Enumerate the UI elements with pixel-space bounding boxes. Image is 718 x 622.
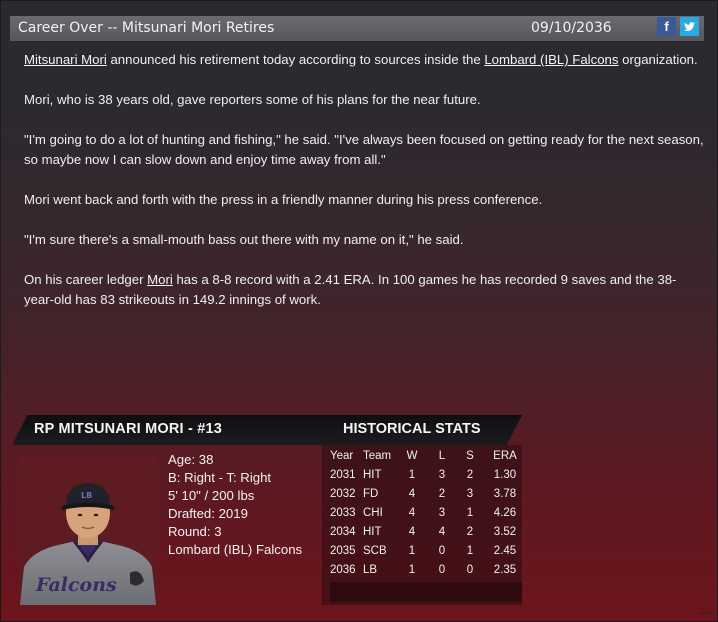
- stat-era: 1.30: [493, 468, 517, 481]
- stat-year: 2031: [330, 468, 356, 481]
- player-portrait-image: LB Falcons: [20, 483, 156, 605]
- stat-losses: 3: [438, 506, 446, 519]
- article-title: Career Over -- Mitsunari Mori Retires: [18, 20, 275, 36]
- stats-header-row: Year Team W L S ERA: [330, 447, 526, 465]
- stat-team: LB: [363, 563, 378, 576]
- article-paragraph-4: Mori went back and forth with the press …: [24, 192, 543, 207]
- table-row: 2034 HIT 4 4 2 3.52: [330, 522, 526, 541]
- historical-stats-footer: [330, 582, 522, 602]
- column-header-saves: S: [466, 450, 474, 462]
- player-link-2[interactable]: Mori: [147, 272, 173, 287]
- bio-round: Round: 3: [168, 524, 222, 539]
- facebook-share-button[interactable]: f: [657, 17, 676, 36]
- stat-team: HIT: [363, 468, 382, 481]
- article-date: 09/10/2036: [531, 20, 612, 36]
- article-header-bar: Career Over -- Mitsunari Mori Retires 09…: [10, 16, 704, 42]
- stat-era: 2.45: [493, 544, 517, 557]
- player-portrait[interactable]: LB Falcons: [18, 455, 158, 605]
- player-link[interactable]: Mitsunari Mori: [24, 52, 107, 67]
- player-card-name[interactable]: RP MITSUNARI MORI - #13: [34, 421, 222, 437]
- stat-saves: 0: [466, 563, 474, 576]
- stat-year: 2034: [330, 525, 356, 538]
- stat-era: 3.52: [493, 525, 517, 538]
- stat-saves: 3: [466, 487, 474, 500]
- stat-wins: 1: [408, 544, 416, 557]
- stat-team: SCB: [363, 544, 387, 557]
- twitter-share-button[interactable]: [680, 17, 699, 36]
- twitter-bird-icon: [684, 22, 695, 31]
- bio-bats-throws: B: Right - T: Right: [168, 470, 272, 485]
- stat-era: 3.78: [493, 487, 517, 500]
- stat-saves: 1: [466, 506, 474, 519]
- stat-team: HIT: [363, 525, 382, 538]
- table-row: 2031 HIT 1 3 2 1.30: [330, 465, 526, 484]
- stat-losses: 3: [438, 468, 446, 481]
- column-header-team: Team: [363, 450, 392, 462]
- team-link[interactable]: Lombard (IBL) Falcons: [484, 52, 618, 67]
- stat-saves: 2: [466, 468, 474, 481]
- article-paragraph-1: Mitsunari Mori announced his retirement …: [24, 52, 698, 67]
- table-row: 2032 FD 4 2 3 3.78: [330, 484, 526, 503]
- window-resize-grip[interactable]: [700, 612, 714, 620]
- bio-height-weight: 5' 10" / 200 lbs: [168, 488, 255, 503]
- stat-wins: 4: [408, 506, 416, 519]
- column-header-wins: W: [406, 450, 418, 462]
- column-header-year: Year: [330, 450, 354, 462]
- stat-losses: 4: [438, 525, 446, 538]
- stat-wins: 4: [408, 487, 416, 500]
- stat-era: 4.26: [493, 506, 517, 519]
- stat-year: 2033: [330, 506, 356, 519]
- player-bio: Age: 38 B: Right - T: Right 5' 10" / 200…: [168, 451, 302, 559]
- jersey-lettering: Falcons: [35, 574, 117, 596]
- column-header-losses: L: [438, 450, 446, 462]
- article-body: Mitsunari Mori announced his retirement …: [24, 50, 704, 330]
- bio-drafted: Drafted: 2019: [168, 506, 248, 521]
- stat-team: FD: [363, 487, 379, 500]
- stat-wins: 1: [408, 563, 416, 576]
- stat-era: 2.35: [493, 563, 517, 576]
- stat-saves: 2: [466, 525, 474, 538]
- column-header-era: ERA: [493, 450, 517, 462]
- bio-age: Age: 38: [168, 452, 214, 467]
- bio-team[interactable]: Lombard (IBL) Falcons: [168, 541, 302, 559]
- stat-losses: 2: [438, 487, 446, 500]
- article-paragraph-6: On his career ledger Mori has a 8-8 reco…: [24, 272, 677, 307]
- stat-losses: 0: [438, 563, 446, 576]
- facebook-icon: f: [664, 19, 669, 34]
- table-row: 2033 CHI 4 3 1 4.26: [330, 503, 526, 522]
- stat-wins: 1: [408, 468, 416, 481]
- historical-stats-heading: HISTORICAL STATS: [343, 421, 481, 437]
- stat-saves: 1: [466, 544, 474, 557]
- table-row: 2035 SCB 1 0 1 2.45: [330, 541, 526, 560]
- stat-year: 2036: [330, 563, 356, 576]
- article-paragraph-2: Mori, who is 38 years old, gave reporter…: [24, 92, 481, 107]
- article-paragraph-5: "I'm sure there's a small-mouth bass out…: [24, 232, 464, 247]
- stat-wins: 4: [408, 525, 416, 538]
- table-row: 2036 LB 1 0 0 2.35: [330, 560, 526, 579]
- stat-year: 2032: [330, 487, 356, 500]
- stat-team: CHI: [363, 506, 383, 519]
- stat-losses: 0: [438, 544, 446, 557]
- article-paragraph-3: "I'm going to do a lot of hunting and fi…: [24, 132, 704, 167]
- cap-logo: LB: [81, 491, 92, 500]
- historical-stats-table: Year Team W L S ERA 2031 HIT 1 3 2 1.30 …: [330, 447, 526, 579]
- stat-year: 2035: [330, 544, 356, 557]
